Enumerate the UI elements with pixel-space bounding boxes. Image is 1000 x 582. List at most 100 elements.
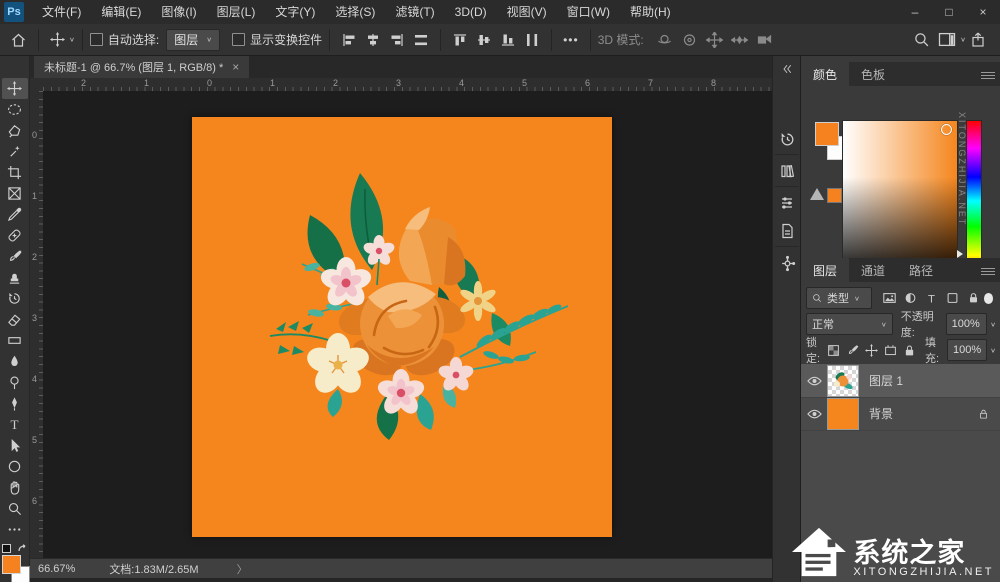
lock-position-icon[interactable] <box>865 344 878 357</box>
search-icon[interactable] <box>913 31 930 48</box>
zoom-level-field[interactable]: 66.67% <box>38 563 75 575</box>
status-chevron-icon[interactable]: 〉 <box>237 561 248 577</box>
filter-shape-layers-icon[interactable] <box>945 291 960 305</box>
panel-foreground-swatch[interactable] <box>815 122 839 146</box>
filter-toggle-switch[interactable] <box>984 293 994 304</box>
frame-tool[interactable] <box>2 183 28 204</box>
menu-file[interactable]: 文件(F) <box>32 0 91 24</box>
shape-tool[interactable] <box>2 456 28 477</box>
layer-filter-dropdown[interactable]: 类型 ∨ <box>806 287 872 309</box>
color-field-marker[interactable] <box>941 124 952 135</box>
tab-color[interactable]: 颜色 <box>801 62 849 86</box>
default-colors-icon[interactable] <box>2 544 11 553</box>
layer1-thumbnail[interactable] <box>827 365 859 397</box>
menu-filter[interactable]: 滤镜(T) <box>385 0 444 24</box>
brush-tool[interactable] <box>2 246 28 267</box>
auto-select-checkbox[interactable] <box>90 33 103 46</box>
fill-field[interactable]: 100% <box>947 339 987 361</box>
tab-swatches[interactable]: 色板 <box>849 62 897 86</box>
show-transform-checkbox[interactable] <box>232 33 245 46</box>
menu-type[interactable]: 文字(Y) <box>265 0 325 24</box>
quick-selection-tool[interactable] <box>2 141 28 162</box>
maximize-button[interactable]: □ <box>932 0 966 24</box>
lock-transparency-icon[interactable] <box>827 344 840 357</box>
filter-adjustment-layers-icon[interactable] <box>903 291 918 305</box>
document-canvas[interactable] <box>192 117 612 537</box>
marquee-tool[interactable] <box>2 99 28 120</box>
menu-image[interactable]: 图像(I) <box>151 0 206 24</box>
type-tool[interactable]: T <box>2 414 28 435</box>
layer2-name[interactable]: 背景 <box>869 405 893 422</box>
ruler-origin-corner[interactable] <box>30 78 44 92</box>
workspace-chevron-icon[interactable]: ∨ <box>960 36 966 43</box>
horizontal-ruler[interactable]: 2 1 0 1 2 3 4 5 6 7 8 9 <box>43 78 772 92</box>
pen-tool[interactable] <box>2 393 28 414</box>
tab-paths[interactable]: 路径 <box>897 258 945 282</box>
history-panel-icon[interactable] <box>776 128 798 150</box>
dodge-tool[interactable] <box>2 372 28 393</box>
layer-row-1[interactable]: 图层 1 <box>801 364 1000 398</box>
menu-view[interactable]: 视图(V) <box>497 0 557 24</box>
layers-panel-menu-icon[interactable] <box>981 266 995 277</box>
tab-close-icon[interactable]: × <box>232 60 239 74</box>
align-bottom-icon[interactable] <box>500 32 516 48</box>
hue-slider-arrow[interactable] <box>957 250 963 258</box>
eraser-tool[interactable] <box>2 309 28 330</box>
layer2-visibility-eye-icon[interactable] <box>801 409 827 419</box>
share-icon[interactable] <box>970 31 986 48</box>
align-top-icon[interactable] <box>452 32 468 48</box>
menu-edit[interactable]: 编辑(E) <box>91 0 151 24</box>
move-preset-chevron-icon[interactable]: ∨ <box>69 36 75 43</box>
layer-row-background[interactable]: 背景 <box>801 397 1000 431</box>
gamut-warning-icon[interactable] <box>810 188 824 200</box>
history-brush-tool[interactable] <box>2 288 28 309</box>
layer2-thumbnail[interactable] <box>827 398 859 430</box>
distribute-horizontal-icon[interactable] <box>413 32 429 48</box>
properties-panel-icon[interactable] <box>776 192 798 214</box>
tab-channels[interactable]: 通道 <box>849 258 897 282</box>
lock-all-icon[interactable] <box>903 344 916 357</box>
workspace-switcher-icon[interactable] <box>938 32 956 47</box>
menu-window[interactable]: 窗口(W) <box>557 0 620 24</box>
info-panel-icon[interactable] <box>776 220 798 242</box>
align-center-horizontal-icon[interactable] <box>365 32 381 48</box>
layer1-visibility-eye-icon[interactable] <box>801 376 827 386</box>
menu-select[interactable]: 选择(S) <box>325 0 385 24</box>
hand-tool[interactable] <box>2 477 28 498</box>
move-tool[interactable] <box>2 78 28 99</box>
minimize-button[interactable]: – <box>898 0 932 24</box>
align-left-icon[interactable] <box>341 32 357 48</box>
document-tab[interactable]: 未标题-1 @ 66.7% (图层 1, RGB/8) * × <box>34 56 249 78</box>
edit-toolbar-ellipsis-icon[interactable] <box>2 519 28 540</box>
healing-brush-tool[interactable] <box>2 225 28 246</box>
fill-chevron-icon[interactable]: ∨ <box>990 346 996 353</box>
crop-tool[interactable] <box>2 162 28 183</box>
path-selection-tool[interactable] <box>2 435 28 456</box>
distribute-vertical-icon[interactable] <box>524 32 540 48</box>
move-tool-options-icon[interactable] <box>50 32 65 47</box>
blend-mode-dropdown[interactable]: 正常 ∨ <box>806 313 893 335</box>
libraries-panel-icon[interactable] <box>776 160 798 182</box>
more-options-ellipsis[interactable]: ••• <box>563 33 579 47</box>
lasso-tool[interactable] <box>2 120 28 141</box>
color-panel-menu-icon[interactable] <box>981 70 995 81</box>
blur-tool[interactable] <box>2 351 28 372</box>
zoom-tool[interactable] <box>2 498 28 519</box>
opacity-chevron-icon[interactable]: ∨ <box>990 320 996 327</box>
swap-colors-icon[interactable] <box>17 544 27 554</box>
align-middle-icon[interactable] <box>476 32 492 48</box>
canvas-viewport[interactable] <box>43 91 772 558</box>
expand-panels-icon[interactable] <box>776 58 798 80</box>
lock-pixels-icon[interactable] <box>846 344 859 357</box>
clone-stamp-tool[interactable] <box>2 267 28 288</box>
vertical-ruler[interactable]: 0 1 2 3 4 5 6 7 <box>30 91 44 558</box>
opacity-field[interactable]: 100% <box>946 313 988 335</box>
menu-layer[interactable]: 图层(L) <box>207 0 266 24</box>
tab-layers[interactable]: 图层 <box>801 258 849 282</box>
lock-artboard-icon[interactable] <box>884 344 897 357</box>
gamut-warning-swatch[interactable] <box>827 188 842 203</box>
gradient-tool[interactable] <box>2 330 28 351</box>
home-icon[interactable] <box>10 32 27 48</box>
close-button[interactable]: × <box>966 0 1000 24</box>
foreground-color-swatch[interactable] <box>2 555 21 574</box>
